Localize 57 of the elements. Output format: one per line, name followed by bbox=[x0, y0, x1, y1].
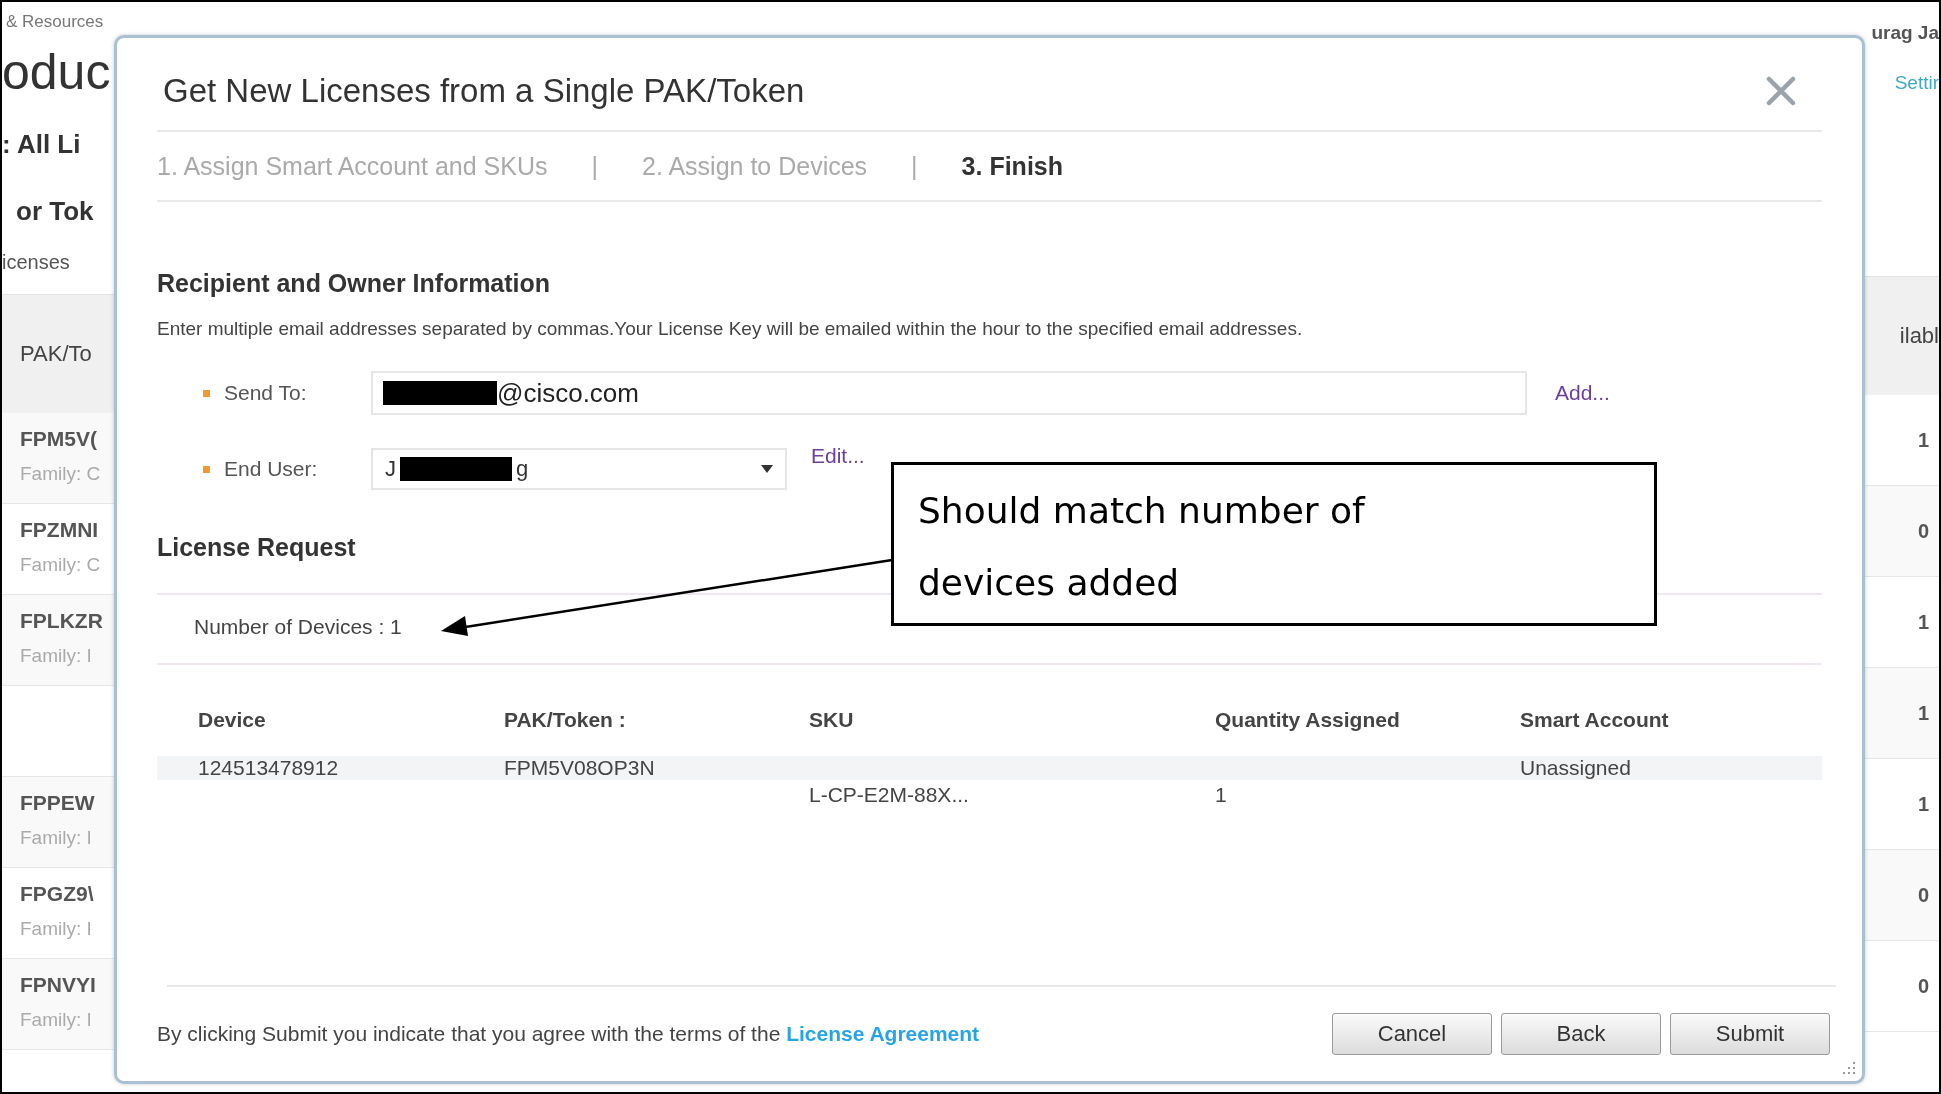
filter-label: : All Li bbox=[2, 128, 82, 161]
family-text: Family: I bbox=[20, 1009, 93, 1031]
available-count: 1 bbox=[1917, 701, 1929, 725]
column-header: Quantity Assigned bbox=[1215, 708, 1401, 733]
annotation-callout: Should match number of devices added bbox=[891, 462, 1657, 626]
edit-link[interactable]: Edit... bbox=[811, 444, 865, 468]
page-heading: oduc bbox=[2, 43, 112, 102]
agreement-text: By clicking Submit you indicate that you agree with the terms of the License Agreement bbox=[157, 1022, 980, 1046]
available-count: 1 bbox=[1917, 792, 1929, 816]
instruction-text: Enter multiple email addresses separated by commas.Your License Key will be emailed within the hour to the specified email addresses. bbox=[157, 318, 1304, 340]
table-cell-text: 1 bbox=[1215, 782, 1228, 808]
available-count: 0 bbox=[1917, 519, 1929, 543]
dialog-button[interactable]: Submit bbox=[1670, 1013, 1830, 1055]
table-cell-text: 124513478912 bbox=[198, 756, 340, 781]
pak-code: FPNVYI bbox=[20, 973, 97, 997]
add-link[interactable]: Add... bbox=[1555, 381, 1610, 405]
family-text: Family: I bbox=[20, 918, 93, 940]
greeting-text: urag Ja bbox=[1870, 22, 1939, 45]
family-text: Family: I bbox=[20, 645, 93, 667]
available-count: 1 bbox=[1917, 610, 1929, 634]
section-heading: or Tok bbox=[15, 195, 95, 228]
pak-code: FPPEW bbox=[20, 791, 96, 815]
wizard-step[interactable]: 3. Finish bbox=[961, 151, 1063, 181]
dialog-title: Get New Licenses from a Single PAK/Token bbox=[163, 72, 805, 110]
breadcrumb-text: & Resources bbox=[6, 12, 105, 33]
available-count: 0 bbox=[1917, 883, 1929, 907]
email-field[interactable]: @cisco.com bbox=[371, 371, 1527, 415]
caret-icon bbox=[761, 465, 773, 473]
pak-code: FPGZ9\ bbox=[20, 882, 95, 906]
table-cell-text: Unassigned bbox=[1520, 756, 1632, 781]
family-text: Family: C bbox=[20, 463, 102, 485]
column-header: PAK/Token : bbox=[504, 708, 627, 733]
table-cell-text: FPM5V08OP3N bbox=[504, 756, 656, 781]
end-user-select[interactable]: J g bbox=[371, 448, 787, 490]
column-header: Device bbox=[198, 708, 267, 733]
pak-code: FPM5V( bbox=[20, 427, 98, 451]
column-header: PAK/To bbox=[20, 341, 92, 367]
dialog-button[interactable]: Back bbox=[1501, 1013, 1661, 1055]
dialog-button[interactable]: Cancel bbox=[1332, 1013, 1492, 1055]
pak-code: FPZMNI bbox=[20, 518, 100, 542]
step-separator: | bbox=[591, 151, 598, 181]
family-text: Family: I bbox=[20, 827, 93, 849]
field-label: Send To: bbox=[224, 381, 307, 405]
section-heading: Recipient and Owner Information bbox=[157, 269, 552, 298]
available-count: 1 bbox=[1917, 428, 1929, 452]
field-label: End User: bbox=[224, 457, 318, 481]
pak-code: FPLKZR bbox=[20, 609, 104, 633]
licenses-dropdown[interactable]: icenses bbox=[2, 242, 114, 282]
step-separator: | bbox=[911, 151, 918, 181]
family-text: Family: C bbox=[20, 554, 102, 576]
table-cell-text: L-CP-E2M-88X... bbox=[809, 782, 970, 808]
available-count: 0 bbox=[1917, 974, 1929, 998]
close-icon[interactable] bbox=[1766, 76, 1796, 106]
column-header: ilabl bbox=[1899, 323, 1939, 349]
column-header: Smart Account bbox=[1520, 708, 1670, 733]
column-header: SKU bbox=[809, 708, 855, 733]
resize-grip-icon[interactable] bbox=[1842, 1061, 1856, 1075]
